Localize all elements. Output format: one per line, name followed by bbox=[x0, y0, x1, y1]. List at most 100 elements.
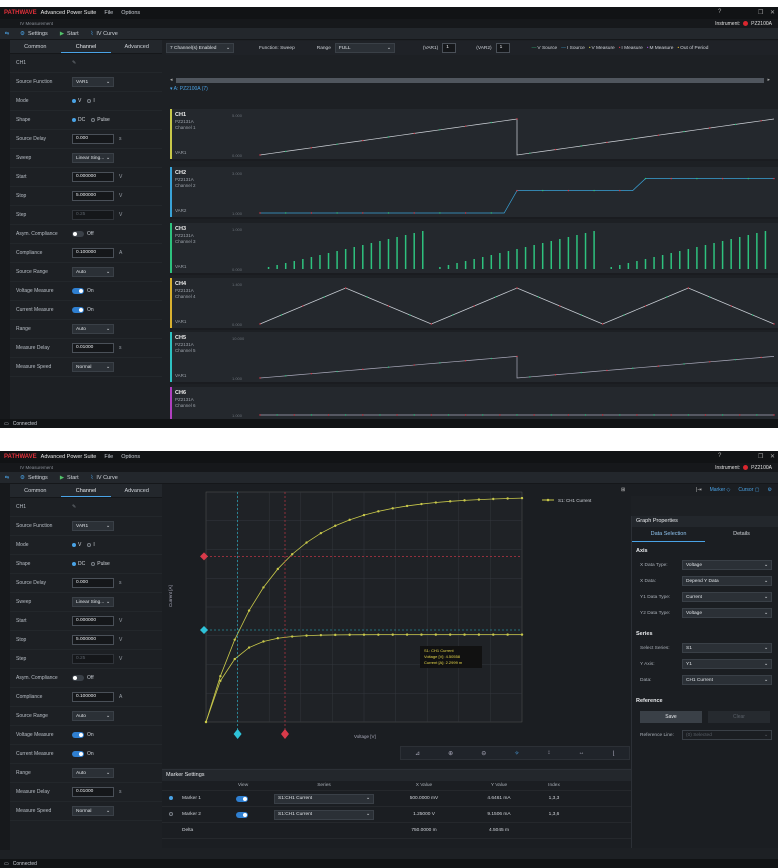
property-select[interactable]: Voltage ⌄ bbox=[682, 608, 772, 618]
channel-row-ch2[interactable]: CH2 PZ2131A Channel 2 VAR2 3.000 1.000 bbox=[170, 167, 778, 219]
param-input[interactable]: 0.000000 bbox=[72, 616, 114, 626]
param-input[interactable]: 0.01000 bbox=[72, 787, 114, 797]
param-select[interactable]: VAR1 ⌄ bbox=[72, 521, 114, 531]
channel-row-ch3[interactable]: CH3 PZ2131A Channel 3 VAR1 1.000 0.000 bbox=[170, 223, 778, 275]
param-select[interactable]: Linear Sing... ⌄ bbox=[72, 597, 114, 607]
channel-row-ch5[interactable]: CH5 PZ2131A Channel 5 VAR1 10.000 1.000 bbox=[170, 332, 778, 384]
marker-radio[interactable] bbox=[162, 795, 182, 802]
reference-line-select[interactable]: (0) Selected ⌄ bbox=[682, 730, 772, 740]
property-select[interactable]: S1 ⌄ bbox=[682, 643, 772, 653]
param-select[interactable]: Normal ⌄ bbox=[72, 806, 114, 816]
toggle-switch[interactable] bbox=[72, 231, 84, 237]
start-button[interactable]: ▶ Start bbox=[60, 475, 79, 481]
cursor-button[interactable]: Cursor ▢ bbox=[738, 487, 759, 493]
param-input[interactable]: 5.000000 bbox=[72, 635, 114, 645]
marker-button[interactable]: Marker ◇ bbox=[710, 487, 731, 493]
timeline-scrollbar[interactable]: ◂ ▸ bbox=[170, 77, 770, 83]
property-select[interactable]: Depend Y Data ⌄ bbox=[682, 576, 772, 586]
param-input[interactable]: 0.25 bbox=[72, 654, 114, 664]
tab-advanced[interactable]: Advanced bbox=[111, 484, 162, 497]
settings-button[interactable]: ⚙ Settings bbox=[20, 31, 48, 37]
param-select[interactable]: Auto ⌄ bbox=[72, 267, 114, 277]
var1-input[interactable]: 1 bbox=[442, 43, 457, 53]
param-input[interactable]: 0.000000 bbox=[72, 172, 114, 182]
instrument-group-header[interactable]: ▾ A: PZ2100A (7) bbox=[170, 86, 208, 92]
clear-button[interactable]: Clear bbox=[708, 711, 770, 723]
var2-input[interactable]: 1 bbox=[495, 43, 510, 53]
file-menu[interactable]: File bbox=[104, 10, 113, 16]
scroll-left-icon[interactable]: ◂ bbox=[170, 77, 173, 83]
tab-details[interactable]: Details bbox=[705, 527, 778, 542]
pointer-icon[interactable]: ✧ bbox=[514, 750, 519, 757]
help-icon[interactable]: ? bbox=[718, 9, 721, 15]
toggle-switch[interactable] bbox=[72, 751, 84, 757]
instrument-indicator[interactable]: Instrument: PZ2100A bbox=[715, 19, 772, 28]
gear-icon[interactable]: ⚙ bbox=[768, 487, 772, 493]
param-select[interactable]: Auto ⌄ bbox=[72, 324, 114, 334]
property-select[interactable]: Voltage ⌄ bbox=[682, 560, 772, 570]
close-icon[interactable]: ✕ bbox=[770, 9, 775, 16]
param-input[interactable]: 0.000 bbox=[72, 578, 114, 588]
property-select[interactable]: Current ⌄ bbox=[682, 592, 772, 602]
sidebar-toggle-icon[interactable]: ⇆ bbox=[0, 31, 14, 37]
channel-row-ch1[interactable]: CH1 PZ2131A Channel 1 VAR1 5.000 0.000 bbox=[170, 109, 778, 161]
marker-view-toggle[interactable] bbox=[235, 795, 248, 802]
marker-radio[interactable] bbox=[162, 811, 182, 818]
iv-curve-graph[interactable]: Current [A]Voltage [V]S1: CH1 CurrentVol… bbox=[162, 484, 631, 768]
param-select[interactable]: Auto ⌄ bbox=[72, 768, 114, 778]
tab-common[interactable]: Common bbox=[10, 40, 61, 53]
options-menu[interactable]: Options bbox=[121, 10, 140, 16]
radio-option[interactable]: Pulse bbox=[91, 561, 110, 567]
restore-icon[interactable]: ❐ bbox=[758, 9, 763, 16]
radio-option[interactable]: Pulse bbox=[91, 117, 110, 123]
param-select[interactable]: Normal ⌄ bbox=[72, 362, 114, 372]
param-select[interactable]: VAR1 ⌄ bbox=[72, 77, 114, 87]
param-select[interactable]: Linear Sing... ⌄ bbox=[72, 153, 114, 163]
zoom-in-icon[interactable]: ⊕ bbox=[448, 750, 453, 757]
edit-icon[interactable]: ✎ bbox=[72, 504, 76, 510]
param-input[interactable]: 0.100000 bbox=[72, 248, 114, 258]
close-icon[interactable]: ✕ bbox=[770, 453, 775, 460]
help-icon[interactable]: ? bbox=[718, 453, 721, 459]
radio-option[interactable]: DC bbox=[72, 561, 85, 567]
channel-row-ch4[interactable]: CH4 PZ2131A Channel 4 VAR1 1.400 0.000 bbox=[170, 278, 778, 330]
restore-icon[interactable]: ❐ bbox=[758, 453, 763, 460]
range-select[interactable]: FULL ⌄ bbox=[334, 43, 395, 53]
zoom-out-icon[interactable]: ⊖ bbox=[481, 750, 486, 757]
options-menu[interactable]: Options bbox=[121, 454, 140, 460]
property-select[interactable]: CH1 Current ⌄ bbox=[682, 675, 772, 685]
scroll-thumb[interactable] bbox=[175, 77, 765, 83]
edit-icon[interactable]: ✎ bbox=[72, 60, 76, 66]
instrument-indicator[interactable]: Instrument: PZ2100A bbox=[715, 463, 772, 472]
param-input[interactable]: 0.01000 bbox=[72, 343, 114, 353]
tab-data-selection[interactable]: Data Selection bbox=[632, 527, 705, 542]
tab-channel[interactable]: Channel bbox=[60, 484, 112, 497]
channel-row-ch6[interactable]: CH6 PZ2131A Channel 6 1.000 bbox=[170, 387, 778, 421]
table-icon[interactable]: ⊞ bbox=[621, 487, 625, 493]
radio-option[interactable]: V bbox=[72, 542, 81, 548]
tab-advanced[interactable]: Advanced bbox=[111, 40, 162, 53]
param-input[interactable]: 0.25 bbox=[72, 210, 114, 220]
axis-icon[interactable]: ⌊ bbox=[613, 750, 615, 757]
marker-series-select[interactable]: S1:CH1 Current ⌄ bbox=[274, 793, 374, 804]
iv-curve-button[interactable]: ⌇ IV Curve bbox=[91, 31, 118, 37]
param-input[interactable]: 0.000 bbox=[72, 134, 114, 144]
toggle-switch[interactable] bbox=[72, 732, 84, 738]
vertical-zoom-icon[interactable]: ↕ bbox=[547, 750, 550, 756]
marker-series-select[interactable]: S1:CH1 Current ⌄ bbox=[274, 809, 374, 820]
param-input[interactable]: 5.000000 bbox=[72, 191, 114, 201]
property-select[interactable]: Y1 ⌄ bbox=[682, 659, 772, 669]
toggle-switch[interactable] bbox=[72, 288, 84, 294]
param-select[interactable]: Auto ⌄ bbox=[72, 711, 114, 721]
file-menu[interactable]: File bbox=[104, 454, 113, 460]
save-button[interactable]: Save bbox=[640, 711, 702, 723]
iv-curve-button[interactable]: ⌇ IV Curve bbox=[91, 475, 118, 481]
horizontal-zoom-icon[interactable]: ↔ bbox=[578, 750, 584, 756]
radio-option[interactable]: I bbox=[87, 542, 95, 548]
radio-option[interactable]: DC bbox=[72, 117, 85, 123]
autoscale-icon[interactable]: ⊿ bbox=[415, 750, 420, 757]
channels-enabled-select[interactable]: 7 Channel(s) Enabled ⌄ bbox=[166, 43, 234, 53]
scroll-right-icon[interactable]: ▸ bbox=[767, 77, 770, 83]
toggle-switch[interactable] bbox=[72, 675, 84, 681]
marker-view-toggle[interactable] bbox=[235, 811, 248, 818]
